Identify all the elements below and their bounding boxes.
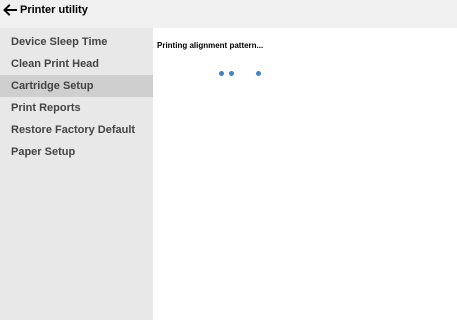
title-group: Printer utility <box>0 0 153 28</box>
sidebar-menu: Device Sleep Time Clean Print Head Cartr… <box>0 31 153 163</box>
loading-dots-icon <box>219 71 269 79</box>
main-panel: Printing alignment pattern... <box>153 28 457 320</box>
back-arrow-icon[interactable] <box>3 4 17 16</box>
sidebar-item-label: Device Sleep Time <box>11 36 108 48</box>
status-text: Printing alignment pattern... <box>157 41 264 50</box>
sidebar-item-label: Restore Factory Default <box>11 124 136 136</box>
sidebar-item-label: Print Reports <box>11 102 81 114</box>
loading-dot <box>229 71 234 76</box>
loading-dot <box>256 71 261 76</box>
loading-dot <box>219 71 224 76</box>
sidebar-item-device-sleep-time[interactable]: Device Sleep Time <box>0 31 153 53</box>
sidebar-item-label: Clean Print Head <box>11 58 100 70</box>
sidebar-item-print-reports[interactable]: Print Reports <box>0 97 153 119</box>
sidebar-item-clean-print-head[interactable]: Clean Print Head <box>0 53 153 75</box>
sidebar-item-label: Cartridge Setup <box>11 80 94 92</box>
sidebar-item-cartridge-setup[interactable]: Cartridge Setup <box>0 75 153 97</box>
sidebar-item-label: Paper Setup <box>11 146 76 158</box>
title-bar: Printer utility <box>0 0 457 28</box>
sidebar: Device Sleep Time Clean Print Head Cartr… <box>0 28 153 320</box>
app-title: Printer utility <box>20 4 88 16</box>
sidebar-item-restore-factory-default[interactable]: Restore Factory Default <box>0 119 153 141</box>
sidebar-item-paper-setup[interactable]: Paper Setup <box>0 141 153 163</box>
